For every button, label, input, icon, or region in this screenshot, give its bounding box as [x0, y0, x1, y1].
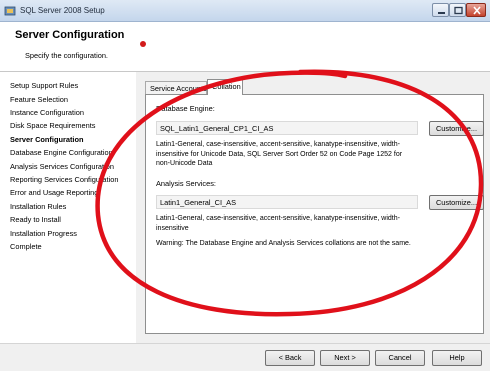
window-title: SQL Server 2008 Setup	[20, 6, 105, 15]
back-button[interactable]: < Back	[265, 350, 315, 366]
nav-item-ready-to-install[interactable]: Ready to Install	[10, 215, 134, 224]
cancel-button[interactable]: Cancel	[375, 350, 425, 366]
page-title: Server Configuration	[15, 29, 125, 41]
database-engine-customize-button[interactable]: Customize...	[429, 121, 484, 136]
maximize-button[interactable]	[449, 3, 466, 17]
nav-item-error-usage-reporting[interactable]: Error and Usage Reporting	[10, 188, 134, 197]
next-button[interactable]: Next >	[320, 350, 370, 366]
close-button[interactable]	[466, 3, 486, 17]
help-button[interactable]: Help	[432, 350, 482, 366]
minimize-icon	[438, 12, 445, 14]
content-area: Service Accounts Collation Database Engi…	[136, 72, 490, 343]
nav-item-reporting-services-configuration[interactable]: Reporting Services Configuration	[10, 175, 134, 184]
analysis-services-customize-button[interactable]: Customize...	[429, 195, 484, 210]
tab-collation[interactable]: Collation	[207, 79, 243, 95]
analysis-services-label: Analysis Services:	[156, 179, 216, 188]
database-engine-collation-field: SQL_Latin1_General_CP1_CI_AS	[156, 121, 418, 135]
database-engine-label: Database Engine:	[156, 104, 215, 113]
collation-panel: Database Engine: SQL_Latin1_General_CP1_…	[145, 94, 484, 334]
nav-item-instance-configuration[interactable]: Instance Configuration	[10, 108, 134, 117]
maximize-icon	[454, 6, 463, 15]
page-header: Server Configuration Specify the configu…	[0, 22, 490, 72]
analysis-services-collation-field: Latin1_General_CI_AS	[156, 195, 418, 209]
nav-item-database-engine-configuration[interactable]: Database Engine Configuration	[10, 148, 134, 157]
title-bar: SQL Server 2008 Setup	[0, 0, 490, 22]
setup-steps-nav: Setup Support Rules Feature Selection In…	[0, 72, 136, 343]
sql-server-icon	[4, 6, 16, 16]
nav-item-analysis-services-configuration[interactable]: Analysis Services Configuration	[10, 162, 134, 171]
page-subtitle: Specify the configuration.	[25, 51, 108, 60]
nav-item-server-configuration[interactable]: Server Configuration	[10, 135, 134, 144]
nav-item-installation-progress[interactable]: Installation Progress	[10, 229, 134, 238]
nav-item-feature-selection[interactable]: Feature Selection	[10, 95, 134, 104]
nav-item-setup-support-rules[interactable]: Setup Support Rules	[10, 81, 134, 90]
wizard-footer: < Back Next > Cancel Help	[0, 343, 490, 371]
database-engine-collation-description: Latin1-General, case-insensitive, accent…	[156, 141, 403, 168]
close-icon	[473, 6, 481, 15]
analysis-services-collation-description: Latin1-General, case-insensitive, accent…	[156, 215, 400, 232]
minimize-button[interactable]	[432, 3, 449, 17]
nav-item-disk-space[interactable]: Disk Space Requirements	[10, 121, 134, 130]
header-decoration	[140, 41, 146, 47]
collation-warning-text: Warning: The Database Engine and Analysi…	[156, 240, 411, 247]
nav-item-installation-rules[interactable]: Installation Rules	[10, 202, 134, 211]
nav-item-complete[interactable]: Complete	[10, 242, 134, 251]
tab-service-accounts[interactable]: Service Accounts	[145, 81, 207, 94]
